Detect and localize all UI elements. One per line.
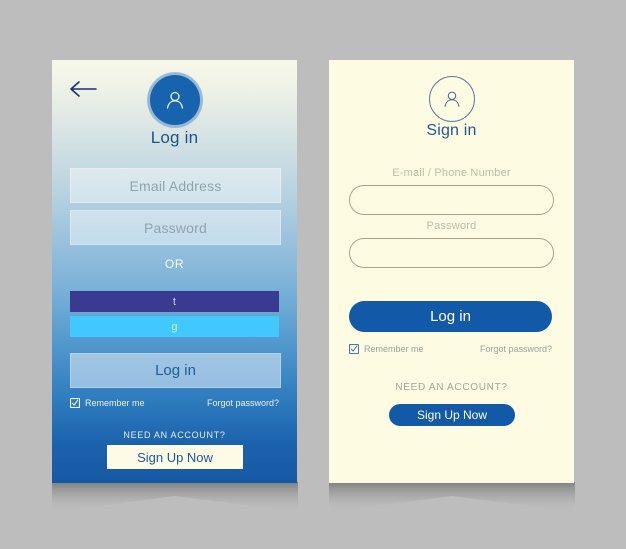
sign-up-now-button[interactable]: Sign Up Now [107, 445, 243, 469]
signin-screen-cream: Sign in E-mail / Phone Number Password L… [329, 60, 574, 483]
person-glyph-icon [444, 91, 459, 107]
avatar [329, 76, 574, 122]
password-input[interactable] [349, 238, 554, 268]
email-input[interactable]: Email Address [70, 168, 281, 203]
email-field-label: E-mail / Phone Number [392, 167, 511, 179]
login-button[interactable]: Log in [70, 353, 281, 388]
page-title: Sign in [426, 122, 477, 139]
remember-me-label: Remember me [364, 344, 424, 354]
user-avatar-icon [147, 73, 202, 127]
checkbox-checked-icon [349, 344, 359, 354]
user-avatar-icon [428, 76, 475, 122]
email-input[interactable] [349, 185, 554, 215]
login-screen-gradient: Log in Email Address Password OR t g Log… [52, 60, 297, 483]
options-row: Remember me Forgot password? [349, 344, 552, 354]
divider-label: OR [164, 257, 185, 271]
remember-me-label: Remember me [85, 398, 145, 408]
remember-me-checkbox[interactable]: Remember me [349, 344, 424, 354]
right-card-drop-shadow [329, 482, 575, 512]
google-login-button[interactable]: g [70, 316, 279, 337]
password-input[interactable]: Password [70, 210, 281, 245]
twitter-login-button[interactable]: t [70, 291, 279, 312]
forgot-password-link[interactable]: Forgot password? [480, 344, 552, 354]
person-glyph-icon [166, 91, 183, 109]
remember-me-checkbox[interactable]: Remember me [70, 398, 145, 408]
checkbox-checked-icon [70, 398, 80, 408]
page-title: Log in [150, 128, 199, 147]
forgot-password-link[interactable]: Forgot password? [207, 398, 279, 408]
sign-up-now-button[interactable]: Sign Up Now [389, 404, 515, 426]
options-row: Remember me Forgot password? [70, 398, 279, 408]
left-card-drop-shadow [52, 482, 298, 512]
screen: Log in Email Address Password OR t g Log… [0, 0, 626, 549]
need-account-label: NEED AN ACCOUNT? [123, 430, 226, 440]
need-account-label: NEED AN ACCOUNT? [395, 382, 508, 393]
password-field-label: Password [426, 220, 477, 232]
login-button[interactable]: Log in [349, 301, 552, 332]
avatar [52, 73, 297, 127]
